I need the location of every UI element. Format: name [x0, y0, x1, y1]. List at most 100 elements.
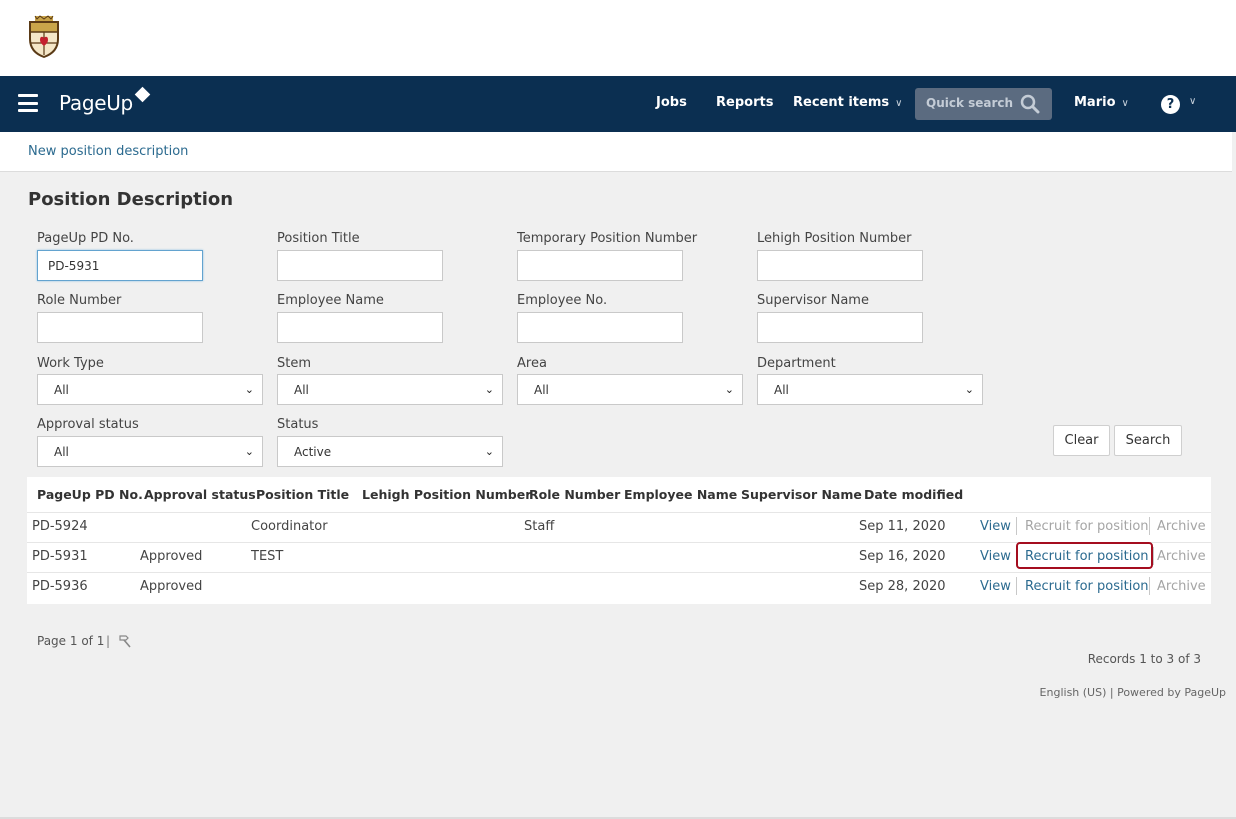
area-value: All — [534, 383, 549, 397]
pd-no-cell: PD-5936 — [32, 579, 88, 594]
work-type-select[interactable]: All ⌄ — [37, 374, 263, 405]
column-header[interactable]: Employee Name — [624, 487, 737, 502]
pd-no-input[interactable] — [37, 250, 203, 281]
logo-bar — [0, 0, 1236, 76]
status-label: Status — [277, 417, 319, 432]
approval-cell: Approved — [140, 549, 203, 564]
nav-recent-items[interactable]: Recent items ∨ — [793, 95, 902, 110]
status-value: Active — [294, 445, 332, 459]
quick-search-placeholder: Quick search — [926, 96, 1014, 110]
view-link[interactable]: View — [980, 579, 1011, 594]
area-label: Area — [517, 356, 547, 371]
top-navbar: PageUp Jobs Reports Recent items ∨ Quick … — [0, 76, 1236, 132]
column-header[interactable]: Lehigh Position Number — [362, 487, 531, 502]
stem-label: Stem — [277, 356, 312, 371]
department-value: All — [774, 383, 789, 397]
help-icon[interactable]: ? — [1161, 95, 1180, 114]
search-button[interactable]: Search — [1114, 425, 1182, 456]
hammer-icon[interactable] — [117, 634, 133, 648]
employee-name-label: Employee Name — [277, 293, 384, 308]
nav-recent-items-label: Recent items — [793, 95, 890, 110]
position-title-input[interactable] — [277, 250, 443, 281]
pagination-text: Page 1 of 1 — [37, 634, 105, 648]
approval-cell: Approved — [140, 579, 203, 594]
chevron-down-icon: ⌄ — [244, 445, 254, 458]
lehigh-position-number-label: Lehigh Position Number — [757, 231, 912, 246]
recruit-for-position-link[interactable]: Recruit for position — [1025, 519, 1149, 534]
recruit-for-position-link[interactable]: Recruit for position — [1025, 579, 1149, 594]
view-link[interactable]: View — [980, 519, 1011, 534]
column-header[interactable]: Position Title — [256, 487, 349, 502]
work-type-label: Work Type — [37, 356, 104, 371]
user-menu[interactable]: Mario ∨ — [1074, 95, 1129, 110]
stem-select[interactable]: All ⌄ — [277, 374, 503, 405]
status-select[interactable]: Active ⌄ — [277, 436, 503, 467]
work-type-value: All — [54, 383, 69, 397]
column-header[interactable]: Approval status — [144, 487, 256, 502]
date-cell: Sep 16, 2020 — [859, 549, 946, 564]
quick-search-input[interactable]: Quick search — [915, 88, 1052, 120]
approval-status-select[interactable]: All ⌄ — [37, 436, 263, 467]
view-link[interactable]: View — [980, 549, 1011, 564]
nav-reports[interactable]: Reports — [716, 95, 773, 110]
date-cell: Sep 28, 2020 — [859, 579, 946, 594]
column-header[interactable]: Role Number — [529, 487, 620, 502]
action-separator — [1016, 577, 1017, 595]
role-number-input[interactable] — [37, 312, 203, 343]
action-separator — [1149, 577, 1150, 595]
action-separator — [1149, 517, 1150, 535]
chevron-down-icon: ⌄ — [484, 445, 494, 458]
table-row: PD-5936 Approved Sep 28, 2020 View Recru… — [27, 572, 1211, 602]
employee-name-input[interactable] — [277, 312, 443, 343]
action-separator — [1016, 517, 1017, 535]
chevron-down-icon: ⌄ — [724, 383, 734, 396]
chevron-down-icon[interactable]: ∨ — [1189, 96, 1196, 107]
role-cell: Staff — [524, 519, 555, 534]
clear-button[interactable]: Clear — [1053, 425, 1110, 456]
column-header[interactable]: Supervisor Name — [741, 487, 862, 502]
approval-status-label: Approval status — [37, 417, 139, 432]
chevron-down-icon: ∨ — [895, 98, 903, 109]
column-header[interactable]: PageUp PD No. — [37, 487, 143, 502]
recruit-for-position-link[interactable]: Recruit for position — [1025, 549, 1149, 564]
lehigh-position-number-input[interactable] — [757, 250, 923, 281]
date-cell: Sep 11, 2020 — [859, 519, 946, 534]
department-label: Department — [757, 356, 836, 371]
pd-no-label: PageUp PD No. — [37, 231, 134, 246]
action-separator — [1153, 547, 1154, 565]
records-count: Records 1 to 3 of 3 — [1087, 652, 1201, 666]
temp-position-number-label: Temporary Position Number — [517, 231, 698, 246]
page-title: Position Description — [28, 189, 234, 210]
role-number-label: Role Number — [37, 293, 122, 308]
user-name: Mario — [1074, 95, 1116, 110]
pagination-separator: | — [106, 634, 111, 648]
employee-no-label: Employee No. — [517, 293, 608, 308]
archive-link[interactable]: Archive — [1157, 519, 1206, 534]
crest-logo[interactable] — [27, 15, 61, 59]
approval-status-value: All — [54, 445, 69, 459]
chevron-down-icon: ⌄ — [244, 383, 254, 396]
brand-logo[interactable]: PageUp — [59, 91, 133, 115]
pd-no-cell: PD-5931 — [32, 549, 88, 564]
chevron-down-icon: ⌄ — [964, 383, 974, 396]
results-table: PageUp PD No. Approval status Position T… — [27, 477, 1211, 604]
column-header[interactable]: Date modified — [864, 487, 963, 502]
archive-link[interactable]: Archive — [1157, 579, 1206, 594]
new-position-description-link[interactable]: New position description — [28, 144, 188, 159]
table-row: PD-5931 Approved TEST Sep 16, 2020 View … — [27, 542, 1211, 572]
sub-navbar: New position description — [0, 132, 1232, 172]
menu-icon[interactable] — [18, 94, 38, 112]
supervisor-name-label: Supervisor Name — [757, 293, 869, 308]
nav-jobs[interactable]: Jobs — [656, 95, 687, 110]
archive-link[interactable]: Archive — [1157, 549, 1206, 564]
title-cell: Coordinator — [251, 519, 328, 534]
area-select[interactable]: All ⌄ — [517, 374, 743, 405]
temp-position-number-input[interactable] — [517, 250, 683, 281]
employee-no-input[interactable] — [517, 312, 683, 343]
footer-text: English (US) | Powered by PageUp — [1039, 686, 1226, 699]
department-select[interactable]: All ⌄ — [757, 374, 983, 405]
table-row: PD-5924 Coordinator Staff Sep 11, 2020 V… — [27, 512, 1211, 542]
search-icon[interactable] — [1020, 94, 1040, 114]
supervisor-name-input[interactable] — [757, 312, 923, 343]
chevron-down-icon: ∨ — [1121, 98, 1129, 109]
